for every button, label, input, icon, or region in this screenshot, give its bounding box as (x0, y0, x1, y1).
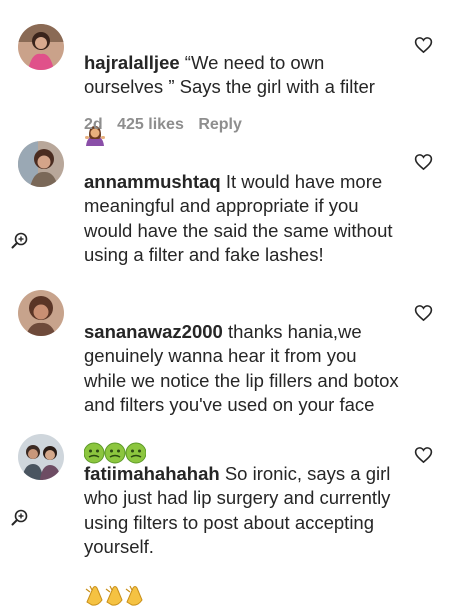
comment-text: fatiimahahahah So ironic, says a girl wh… (84, 437, 402, 613)
comment-meta: 2d 425 likes Reply (84, 116, 252, 134)
heart-outline-icon[interactable] (414, 304, 433, 322)
username[interactable]: fatiimahahahah (84, 463, 220, 484)
avatar[interactable] (18, 24, 64, 70)
comment-time: 2d (84, 116, 103, 133)
comment-text: annammushtaq It would have more meaningf… (84, 145, 402, 268)
heart-outline-icon[interactable] (414, 36, 433, 54)
reply-button[interactable]: Reply (198, 116, 242, 133)
username[interactable]: hajralalljee (84, 52, 180, 73)
username[interactable]: sananawaz2000 (84, 321, 223, 342)
zoom-in-icon[interactable] (11, 509, 29, 527)
heart-outline-icon[interactable] (414, 153, 433, 171)
heart-outline-icon[interactable] (414, 446, 433, 464)
avatar[interactable] (18, 290, 64, 336)
avatar[interactable] (18, 434, 64, 480)
like-count[interactable]: 425 likes (117, 116, 184, 133)
clapping-hands-emoji (84, 560, 146, 613)
zoom-in-icon[interactable] (11, 232, 29, 250)
username[interactable]: annammushtaq (84, 171, 221, 192)
avatar[interactable] (18, 141, 64, 187)
